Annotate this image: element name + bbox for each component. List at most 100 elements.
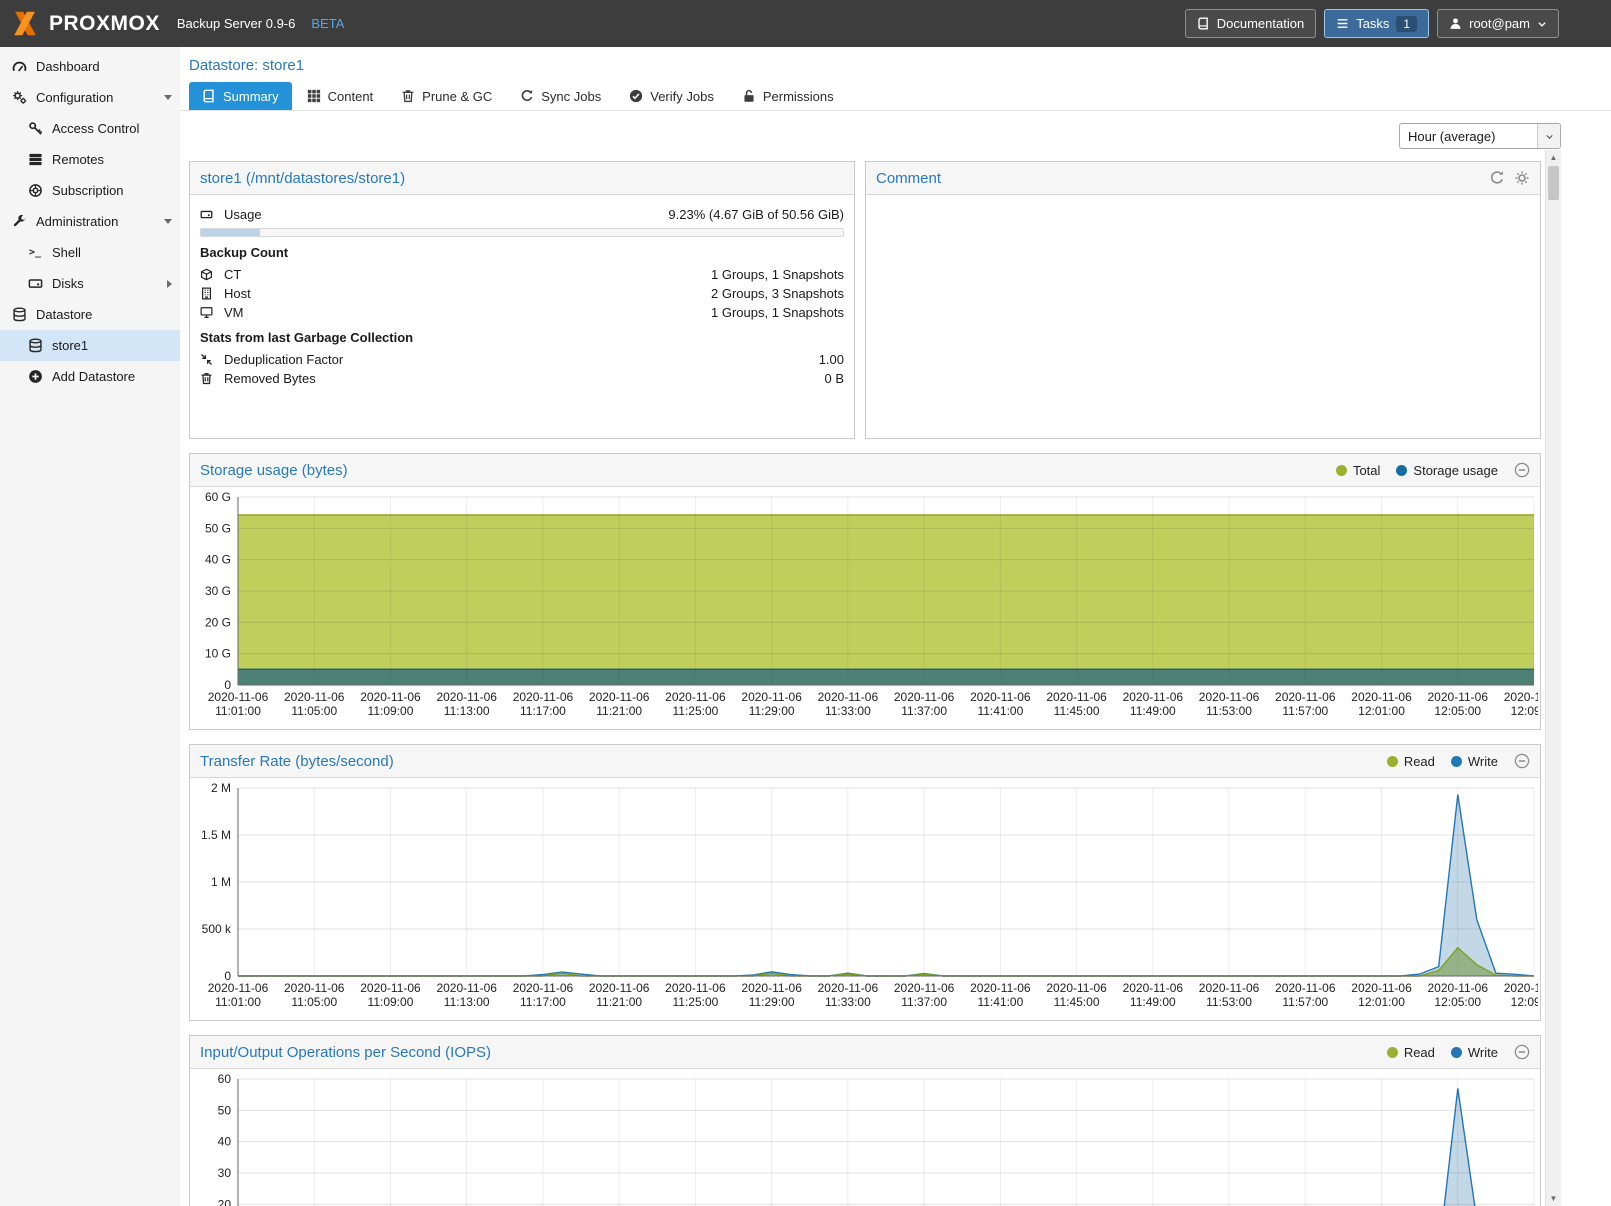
product-version: Backup Server 0.9-6	[177, 16, 296, 31]
transfer-rate-chart: 0500 k1 M1.5 M2 M2020-11-0611:01:002020-…	[192, 780, 1538, 1020]
legend-item-read: Read	[1387, 1045, 1435, 1060]
sidebar-item-configuration[interactable]: Configuration	[0, 82, 180, 113]
svg-text:12:05:00: 12:05:00	[1434, 995, 1481, 1009]
book-icon	[202, 89, 216, 103]
svg-text:2020-11-06: 2020-11-06	[1199, 981, 1260, 995]
svg-text:12:01:00: 12:01:00	[1358, 995, 1405, 1009]
collapse-arrow-icon[interactable]	[164, 95, 172, 100]
svg-text:2020-11-06: 2020-11-06	[1199, 690, 1260, 704]
svg-text:20: 20	[218, 1197, 232, 1206]
svg-text:2020-11-06: 2020-11-06	[1351, 981, 1412, 995]
sidebar-item-disks[interactable]: Disks	[0, 268, 180, 299]
legend-label: Read	[1404, 1045, 1435, 1060]
scroll-down-button[interactable]: ▼	[1546, 1191, 1561, 1206]
svg-text:11:33:00: 11:33:00	[825, 704, 871, 718]
svg-text:2020-11-06: 2020-11-06	[360, 690, 421, 704]
svg-text:2020-11-06: 2020-11-06	[741, 981, 802, 995]
svg-text:11:53:00: 11:53:00	[1206, 704, 1252, 718]
svg-text:11:13:00: 11:13:00	[444, 995, 490, 1009]
count-label: CT	[224, 267, 241, 282]
sidebar-item-label: Dashboard	[36, 59, 172, 74]
sidebar-item-remotes[interactable]: Remotes	[0, 144, 180, 175]
tab-permissions[interactable]: Permissions	[729, 82, 847, 110]
sidebar-item-label: Administration	[36, 214, 155, 229]
gc-stats-heading: Stats from last Garbage Collection	[200, 330, 844, 345]
legend-dot	[1387, 756, 1398, 767]
svg-text:2020-11-06: 2020-11-06	[1123, 981, 1184, 995]
svg-text:11:33:00: 11:33:00	[825, 995, 871, 1009]
svg-text:11:13:00: 11:13:00	[444, 704, 490, 718]
svg-text:30 G: 30 G	[205, 584, 231, 598]
key-icon	[27, 121, 43, 136]
tab-summary[interactable]: Summary	[189, 82, 292, 110]
scroll-up-button[interactable]: ▲	[1546, 150, 1561, 165]
chart-legend: Read Write	[1387, 754, 1498, 769]
svg-text:2020-11-06: 2020-11-06	[1351, 690, 1412, 704]
sidebar-item-administration[interactable]: Administration	[0, 206, 180, 237]
tab-content[interactable]: Content	[294, 82, 387, 110]
count-label: VM	[224, 305, 244, 320]
svg-text:2020-11-06: 2020-11-06	[208, 690, 269, 704]
collapse-panel-icon[interactable]	[1514, 753, 1530, 769]
tasks-button[interactable]: Tasks 1	[1324, 9, 1429, 38]
sidebar-item-subscription[interactable]: Subscription	[0, 175, 180, 206]
count-row-vm: VM 1 Groups, 1 Snapshots	[200, 303, 844, 322]
sidebar-item-access-control[interactable]: Access Control	[0, 113, 180, 144]
hdd-icon	[27, 276, 43, 291]
wrench-icon	[11, 214, 27, 229]
legend-label: Write	[1468, 1045, 1498, 1060]
sidebar-item-shell[interactable]: >_ Shell	[0, 237, 180, 268]
sidebar-item-add-datastore[interactable]: Add Datastore	[0, 361, 180, 392]
svg-text:2020-11-06: 2020-11-06	[1046, 981, 1107, 995]
svg-text:2020-11-06: 2020-11-06	[1428, 981, 1489, 995]
expand-arrow-icon[interactable]	[167, 280, 172, 288]
svg-text:11:21:00: 11:21:00	[596, 704, 642, 718]
scrollbar-thumb[interactable]	[1548, 166, 1559, 200]
gc-value: 1.00	[819, 352, 844, 367]
vertical-scrollbar[interactable]: ▲ ▼	[1545, 150, 1561, 1206]
comment-panel: Comment	[865, 161, 1541, 439]
tab-sync-jobs[interactable]: Sync Jobs	[507, 82, 614, 110]
collapse-panel-icon[interactable]	[1514, 1044, 1530, 1060]
sidebar-item-datastore[interactable]: Datastore	[0, 299, 180, 330]
legend-dot	[1451, 1047, 1462, 1058]
sidebar-item-dashboard[interactable]: Dashboard	[0, 51, 180, 82]
sidebar-item-store1[interactable]: store1	[0, 330, 180, 361]
svg-text:2 M: 2 M	[211, 781, 231, 795]
tab-prune-gc[interactable]: Prune & GC	[388, 82, 505, 110]
legend-dot	[1336, 465, 1347, 476]
usage-row: Usage 9.23% (4.67 GiB of 50.56 GiB)	[200, 203, 844, 225]
svg-text:2020-11-06: 2020-11-06	[741, 690, 802, 704]
svg-text:2020-11-06: 2020-11-06	[208, 981, 269, 995]
svg-text:2020-11-06: 2020-11-06	[970, 981, 1031, 995]
chart-legend: Read Write	[1387, 1045, 1498, 1060]
time-range-select[interactable]: Hour (average)	[1399, 123, 1561, 149]
tab-verify-jobs[interactable]: Verify Jobs	[616, 82, 727, 110]
comment-body[interactable]	[866, 195, 1540, 438]
collapse-panel-icon[interactable]	[1514, 462, 1530, 478]
svg-text:12:09:00: 12:09:00	[1511, 704, 1538, 718]
svg-text:20 G: 20 G	[205, 615, 231, 629]
refresh-icon[interactable]	[1489, 170, 1505, 186]
svg-text:2020-11-06: 2020-11-06	[818, 690, 879, 704]
svg-text:11:17:00: 11:17:00	[520, 704, 566, 718]
beta-link[interactable]: BETA	[311, 16, 344, 31]
documentation-button[interactable]: Documentation	[1185, 9, 1316, 38]
legend-label: Read	[1404, 754, 1435, 769]
legend-dot	[1396, 465, 1407, 476]
user-menu-button[interactable]: root@pam	[1437, 9, 1559, 38]
count-row-ct: CT 1 Groups, 1 Snapshots	[200, 265, 844, 284]
collapse-arrow-icon[interactable]	[164, 219, 172, 224]
desktop-icon	[200, 306, 217, 319]
svg-text:2020-11-06: 2020-11-06	[436, 981, 497, 995]
chevron-down-icon[interactable]	[1537, 124, 1560, 148]
sidebar-item-label: Subscription	[52, 183, 172, 198]
sidebar: Dashboard Configuration Access Control R…	[0, 47, 180, 1206]
gc-row-dedup: Deduplication Factor 1.00	[200, 350, 844, 369]
svg-text:11:37:00: 11:37:00	[901, 704, 947, 718]
gc-label: Deduplication Factor	[224, 352, 343, 367]
sidebar-item-label: store1	[52, 338, 172, 353]
gear-icon[interactable]	[1514, 170, 1530, 186]
count-row-host: Host 2 Groups, 3 Snapshots	[200, 284, 844, 303]
svg-text:11:05:00: 11:05:00	[291, 704, 337, 718]
